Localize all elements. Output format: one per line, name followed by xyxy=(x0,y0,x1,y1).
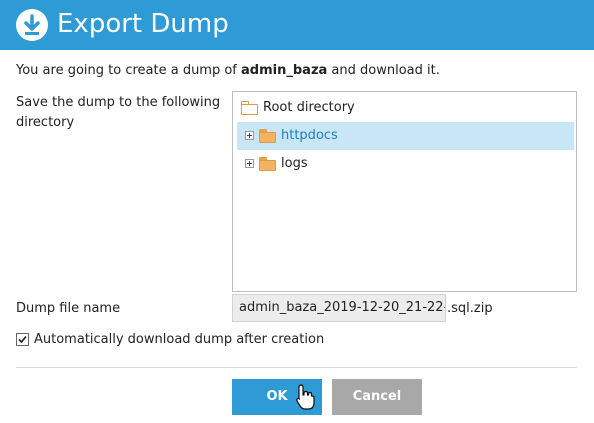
tree-item-label: logs xyxy=(281,156,308,171)
ok-button[interactable]: OK xyxy=(232,379,322,415)
tree-item-logs[interactable]: logs xyxy=(237,150,574,178)
folder-icon xyxy=(259,157,276,171)
dialog-title: Export Dump xyxy=(57,9,229,39)
file-extension: .sql.zip xyxy=(447,301,493,316)
cancel-button[interactable]: Cancel xyxy=(332,379,422,415)
tree-item-label: httpdocs xyxy=(281,128,338,143)
file-name-input[interactable]: admin_baza_2019-12-20_21-22-28 xyxy=(232,294,446,322)
download-icon xyxy=(16,9,48,41)
intro-text: You are going to create a dump of admin_… xyxy=(16,62,586,80)
intro-suffix: and download it. xyxy=(327,63,440,78)
auto-download-label: Automatically download dump after creati… xyxy=(34,332,325,347)
directory-label: Save the dump to the following directory xyxy=(16,95,221,130)
tree-item-label: Root directory xyxy=(263,100,355,115)
expand-icon[interactable] xyxy=(245,131,254,140)
folder-icon xyxy=(259,129,276,143)
auto-download-checkbox[interactable] xyxy=(16,333,29,346)
expand-icon[interactable] xyxy=(245,159,254,168)
intro-prefix: You are going to create a dump of xyxy=(16,63,242,78)
tree-item-root[interactable]: Root directory xyxy=(233,94,576,122)
tree-item-httpdocs[interactable]: httpdocs xyxy=(237,122,574,150)
file-name-label: Dump file name xyxy=(16,301,121,316)
database-name: admin_baza xyxy=(241,63,328,78)
dialog-titlebar: Export Dump xyxy=(0,0,594,50)
folder-open-icon xyxy=(241,101,258,115)
footer-divider xyxy=(16,367,577,368)
directory-tree[interactable]: Root directory httpdocs logs xyxy=(232,91,577,292)
